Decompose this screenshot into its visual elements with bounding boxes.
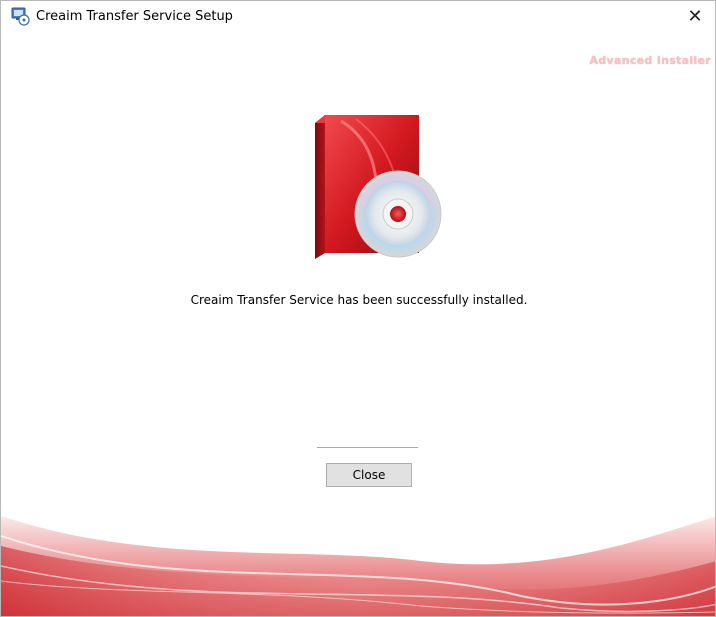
close-icon[interactable]: ✕: [675, 1, 715, 31]
window-title: Creaim Transfer Service Setup: [36, 8, 233, 24]
decorative-red-wave: [1, 516, 715, 616]
software-box-cd-icon: [301, 111, 446, 261]
progress-divider: [317, 447, 418, 448]
advanced-installer-brand: Advanced Installer: [589, 54, 711, 67]
success-message: Creaim Transfer Service has been success…: [190, 293, 528, 307]
setup-window: Creaim Transfer Service Setup ✕ Advanced…: [0, 0, 716, 617]
title-bar[interactable]: Creaim Transfer Service Setup ✕: [1, 1, 715, 31]
installer-app-icon: [10, 6, 30, 26]
